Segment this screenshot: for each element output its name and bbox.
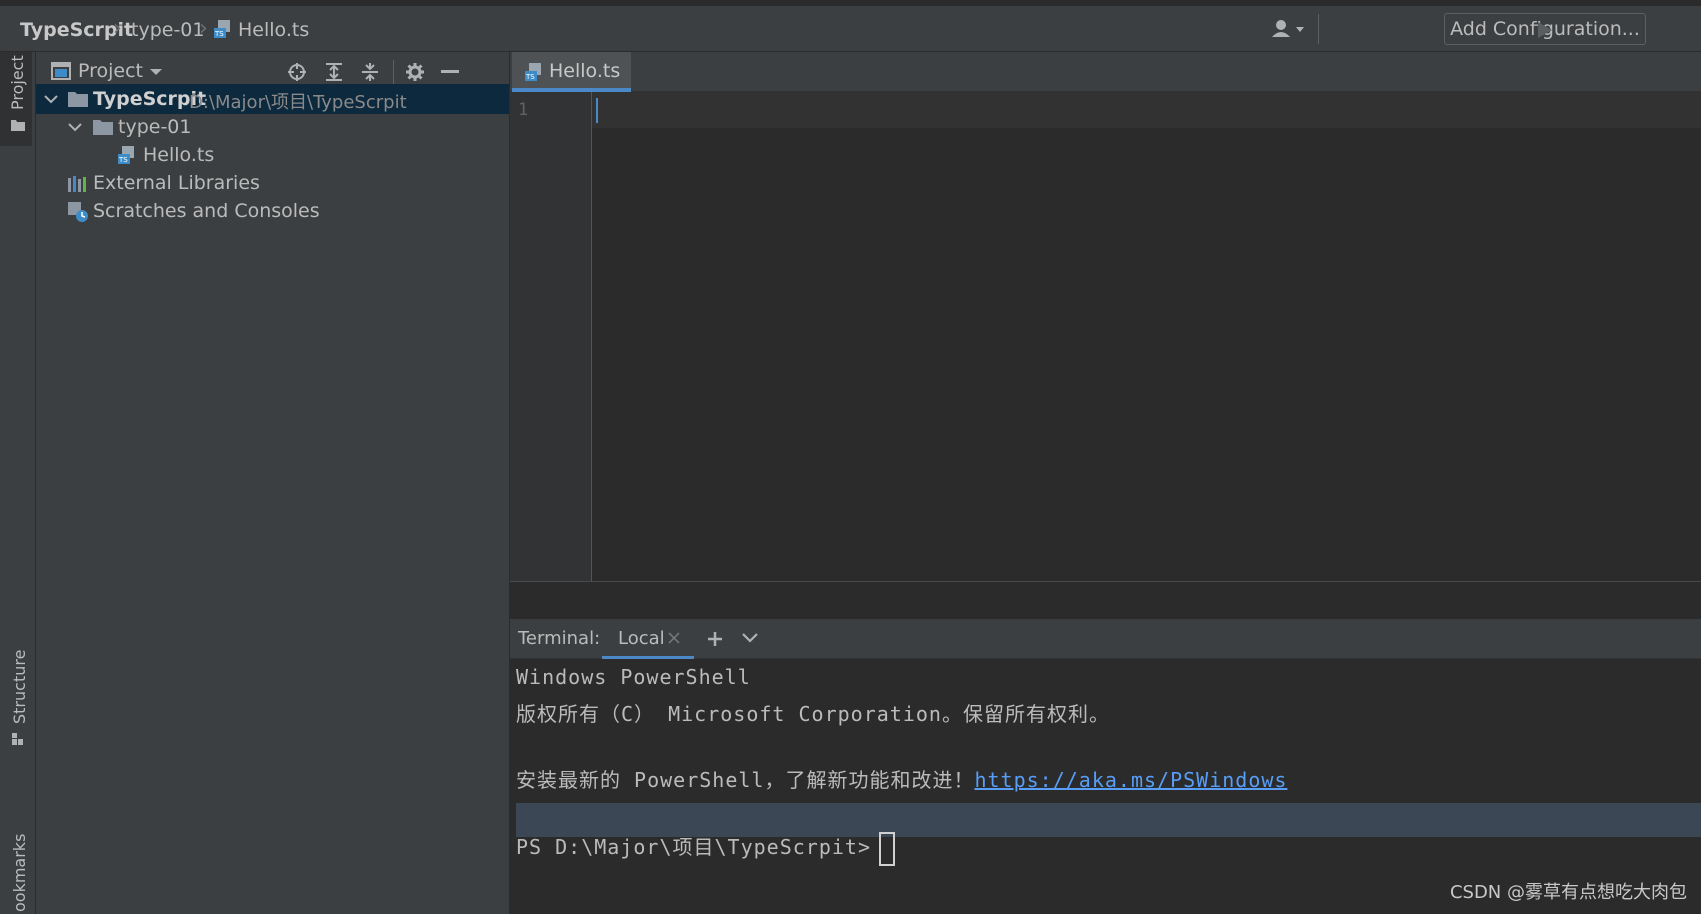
gear-icon[interactable] [405,62,425,82]
editor-tab-hello-ts[interactable]: TS Hello.ts [512,52,631,92]
breadcrumb-separator-icon: › [199,16,208,41]
project-panel: Project TypeScrpit D:\Major\项目\TypeScrpi… [36,52,510,914]
chevron-down-icon[interactable] [44,95,58,104]
chevron-down-icon[interactable] [742,633,758,643]
line-number-gutter: 1 [510,92,592,581]
folder-icon [10,118,26,132]
current-line-highlight [592,92,1701,128]
terminal-line: 安装最新的 PowerShell，了解新功能和改进！https://aka.ms… [516,764,1287,793]
editor-tab-label: Hello.ts [549,60,621,82]
terminal-tab-local[interactable]: Local [602,619,694,659]
breadcrumb-separator-icon: › [113,16,122,41]
terminal-cursor [878,831,895,866]
terminal-line: 版权所有（C） Microsoft Corporation。保留所有权利。 [516,702,1110,726]
terminal-prompt: PS D:\Major\项目\TypeScrpit> [516,835,871,859]
libraries-icon [67,174,89,192]
bookmarks-tool-label: ookmarks [10,833,29,912]
tree-row-folder[interactable]: type-01 [36,112,509,142]
tree-row-external-libraries[interactable]: External Libraries [36,168,509,198]
structure-tool-label: Structure [10,649,29,724]
scratches-icon [67,201,89,223]
folder-icon [67,91,89,108]
terminal-output[interactable]: Windows PowerShell 版权所有（C） Microsoft Cor… [510,659,1701,914]
chevron-down-icon[interactable] [68,123,82,132]
project-tool-label: Project [8,55,27,110]
toolbar-divider [1318,14,1319,44]
svg-text:TS: TS [525,73,535,81]
chevron-down-icon[interactable] [149,68,163,76]
terminal-toolbar: Terminal: Local [510,619,1701,659]
navigation-bar: TypeScrpit › type-01 › TS Hello.ts Add C… [0,0,1701,52]
project-view-selector[interactable]: Project [78,60,143,82]
typescript-file-icon: TS [117,145,137,165]
hide-panel-icon[interactable] [441,70,459,74]
scratches-label: Scratches and Consoles [93,200,320,222]
toolbar-divider [393,60,394,84]
user-account-icon[interactable] [1269,19,1309,41]
close-icon[interactable] [668,632,680,644]
svg-text:TS: TS [118,156,128,164]
locate-file-icon[interactable] [287,62,307,82]
tree-row-file[interactable]: TS Hello.ts [36,140,509,170]
file-name: Hello.ts [143,144,215,166]
run-icon[interactable] [1536,20,1554,40]
terminal-label: Terminal: [518,628,601,649]
svg-text:TS: TS [214,30,224,38]
project-tool-button[interactable]: Project [0,52,32,146]
tree-row-project-root[interactable]: TypeScrpit D:\Major\项目\TypeScrpit [36,84,509,114]
external-libraries-label: External Libraries [93,172,260,194]
terminal-tab-label: Local [618,628,665,649]
editor-tab-bar: TS Hello.ts [510,52,1701,92]
project-root-path: D:\Major\项目\TypeScrpit [189,92,407,113]
structure-tool-button[interactable]: Structure [0,644,32,754]
editor-bottom-area [510,581,1701,619]
collapse-all-icon[interactable] [360,62,380,82]
terminal-text: 安装最新的 PowerShell，了解新功能和改进！ [516,768,975,792]
expand-all-icon[interactable] [324,62,344,82]
watermark: CSDN @雾草有点想吃大肉包 [1449,882,1687,903]
structure-icon [11,732,25,746]
breadcrumb-file[interactable]: Hello.ts [238,19,309,41]
breadcrumb-folder[interactable]: type-01 [131,19,204,41]
typescript-file-icon: TS [213,19,233,39]
code-editor[interactable]: 1 [510,92,1701,581]
powershell-link[interactable]: https://aka.ms/PSWindows [974,768,1287,792]
bookmarks-tool-button[interactable]: ookmarks [0,772,32,914]
terminal-prompt-line: PS D:\Major\项目\TypeScrpit> [516,831,895,866]
tree-row-scratches[interactable]: Scratches and Consoles [36,196,509,226]
project-view-icon [51,62,71,80]
line-number: 1 [518,100,529,120]
folder-name: type-01 [118,116,192,138]
left-tool-stripe: Project Structure ookmarks [0,52,36,914]
terminal-line: Windows PowerShell [516,665,751,689]
text-caret [596,98,598,123]
add-terminal-icon[interactable] [706,630,724,648]
folder-icon [92,119,114,136]
typescript-file-icon: TS [524,62,544,82]
